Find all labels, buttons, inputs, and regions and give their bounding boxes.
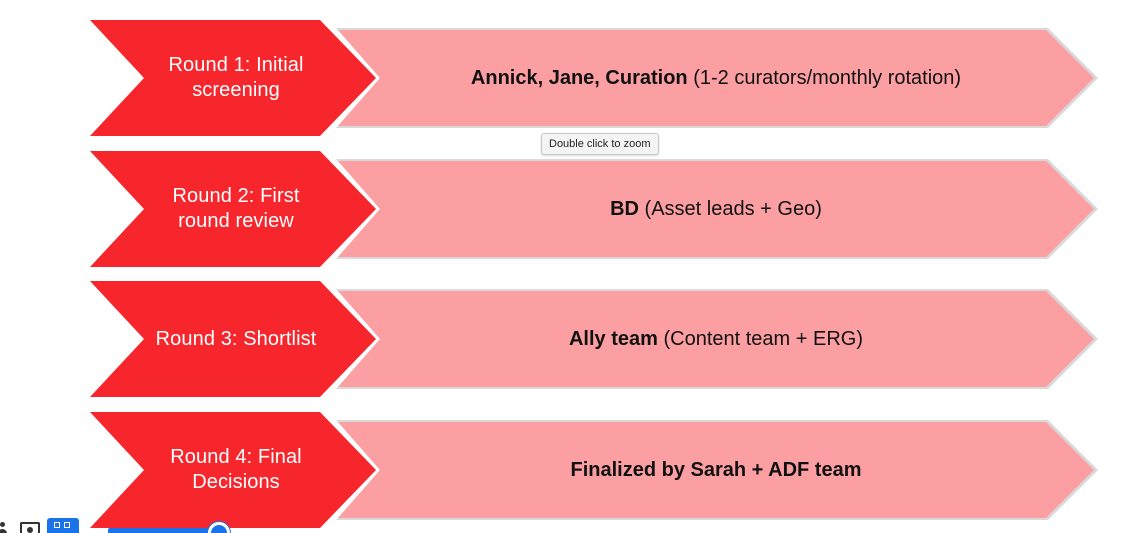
round-1-description: Annick, Jane, Curation (1-2 curators/mon… <box>471 66 961 90</box>
round-4-label-line-1: Round 4: Final <box>170 446 302 468</box>
round-3-owner: Ally team <box>568 328 658 350</box>
grid-view-icon[interactable] <box>47 518 79 533</box>
round-1-detail: (1-2 curators/monthly rotation) <box>687 67 962 89</box>
camera-icon[interactable] <box>20 522 40 533</box>
round-4-arrow: Finalized by Sarah + ADF team <box>338 422 1094 518</box>
round-2-label-line-1: Round 2: First <box>172 185 300 207</box>
round-2-detail: (Asset leads + Geo) <box>639 198 822 220</box>
round-row-3: Round 3: Shortlist Ally team (Content te… <box>0 281 1121 399</box>
round-2-label: Round 2: First round review <box>141 184 331 234</box>
round-1-label-line-1: Round 1: Initial <box>168 54 304 76</box>
round-4-owner: Finalized by Sarah + ADF team <box>570 459 862 481</box>
round-4-description: Finalized by Sarah + ADF team <box>570 458 861 482</box>
round-3-chevron: Round 3: Shortlist <box>90 281 376 397</box>
process-diagram: Round 1: Initial screening Annick, Jane,… <box>0 0 1121 533</box>
round-1-label: Round 1: Initial screening <box>141 53 331 103</box>
bottom-toolbar <box>0 514 260 533</box>
round-4-label: Round 4: Final Decisions <box>141 445 331 495</box>
round-row-4: Round 4: Final Decisions Finalized by Sa… <box>0 412 1121 530</box>
round-row-2: Round 2: First round review BD (Asset le… <box>0 151 1121 269</box>
round-3-label: Round 3: Shortlist <box>130 327 342 352</box>
round-2-owner: BD <box>610 198 639 220</box>
zoom-tooltip: Double click to zoom <box>541 133 659 155</box>
progress-slider-track[interactable] <box>108 528 220 533</box>
round-2-label-line-2: round review <box>178 210 294 232</box>
round-4-label-line-2: Decisions <box>192 471 280 493</box>
round-2-arrow: BD (Asset leads + Geo) <box>338 161 1094 257</box>
round-2-chevron: Round 2: First round review <box>90 151 376 267</box>
round-3-label-line-1: Round 3: Shortlist <box>155 327 317 350</box>
round-1-arrow: Annick, Jane, Curation (1-2 curators/mon… <box>338 30 1094 126</box>
round-3-arrow: Ally team (Content team + ERG) <box>338 291 1094 387</box>
round-3-detail: (Content team + ERG) <box>657 328 863 350</box>
round-3-description: Ally team (Content team + ERG) <box>569 327 863 351</box>
round-1-label-line-2: screening <box>192 79 280 101</box>
round-1-chevron: Round 1: Initial screening <box>90 20 376 136</box>
round-1-owner: Annick, Jane, Curation <box>470 67 688 89</box>
round-row-1: Round 1: Initial screening Annick, Jane,… <box>0 20 1121 138</box>
round-2-description: BD (Asset leads + Geo) <box>610 197 822 221</box>
round-4-chevron: Round 4: Final Decisions <box>90 412 376 528</box>
person-icon[interactable] <box>0 520 8 533</box>
progress-slider-handle[interactable] <box>208 522 230 533</box>
